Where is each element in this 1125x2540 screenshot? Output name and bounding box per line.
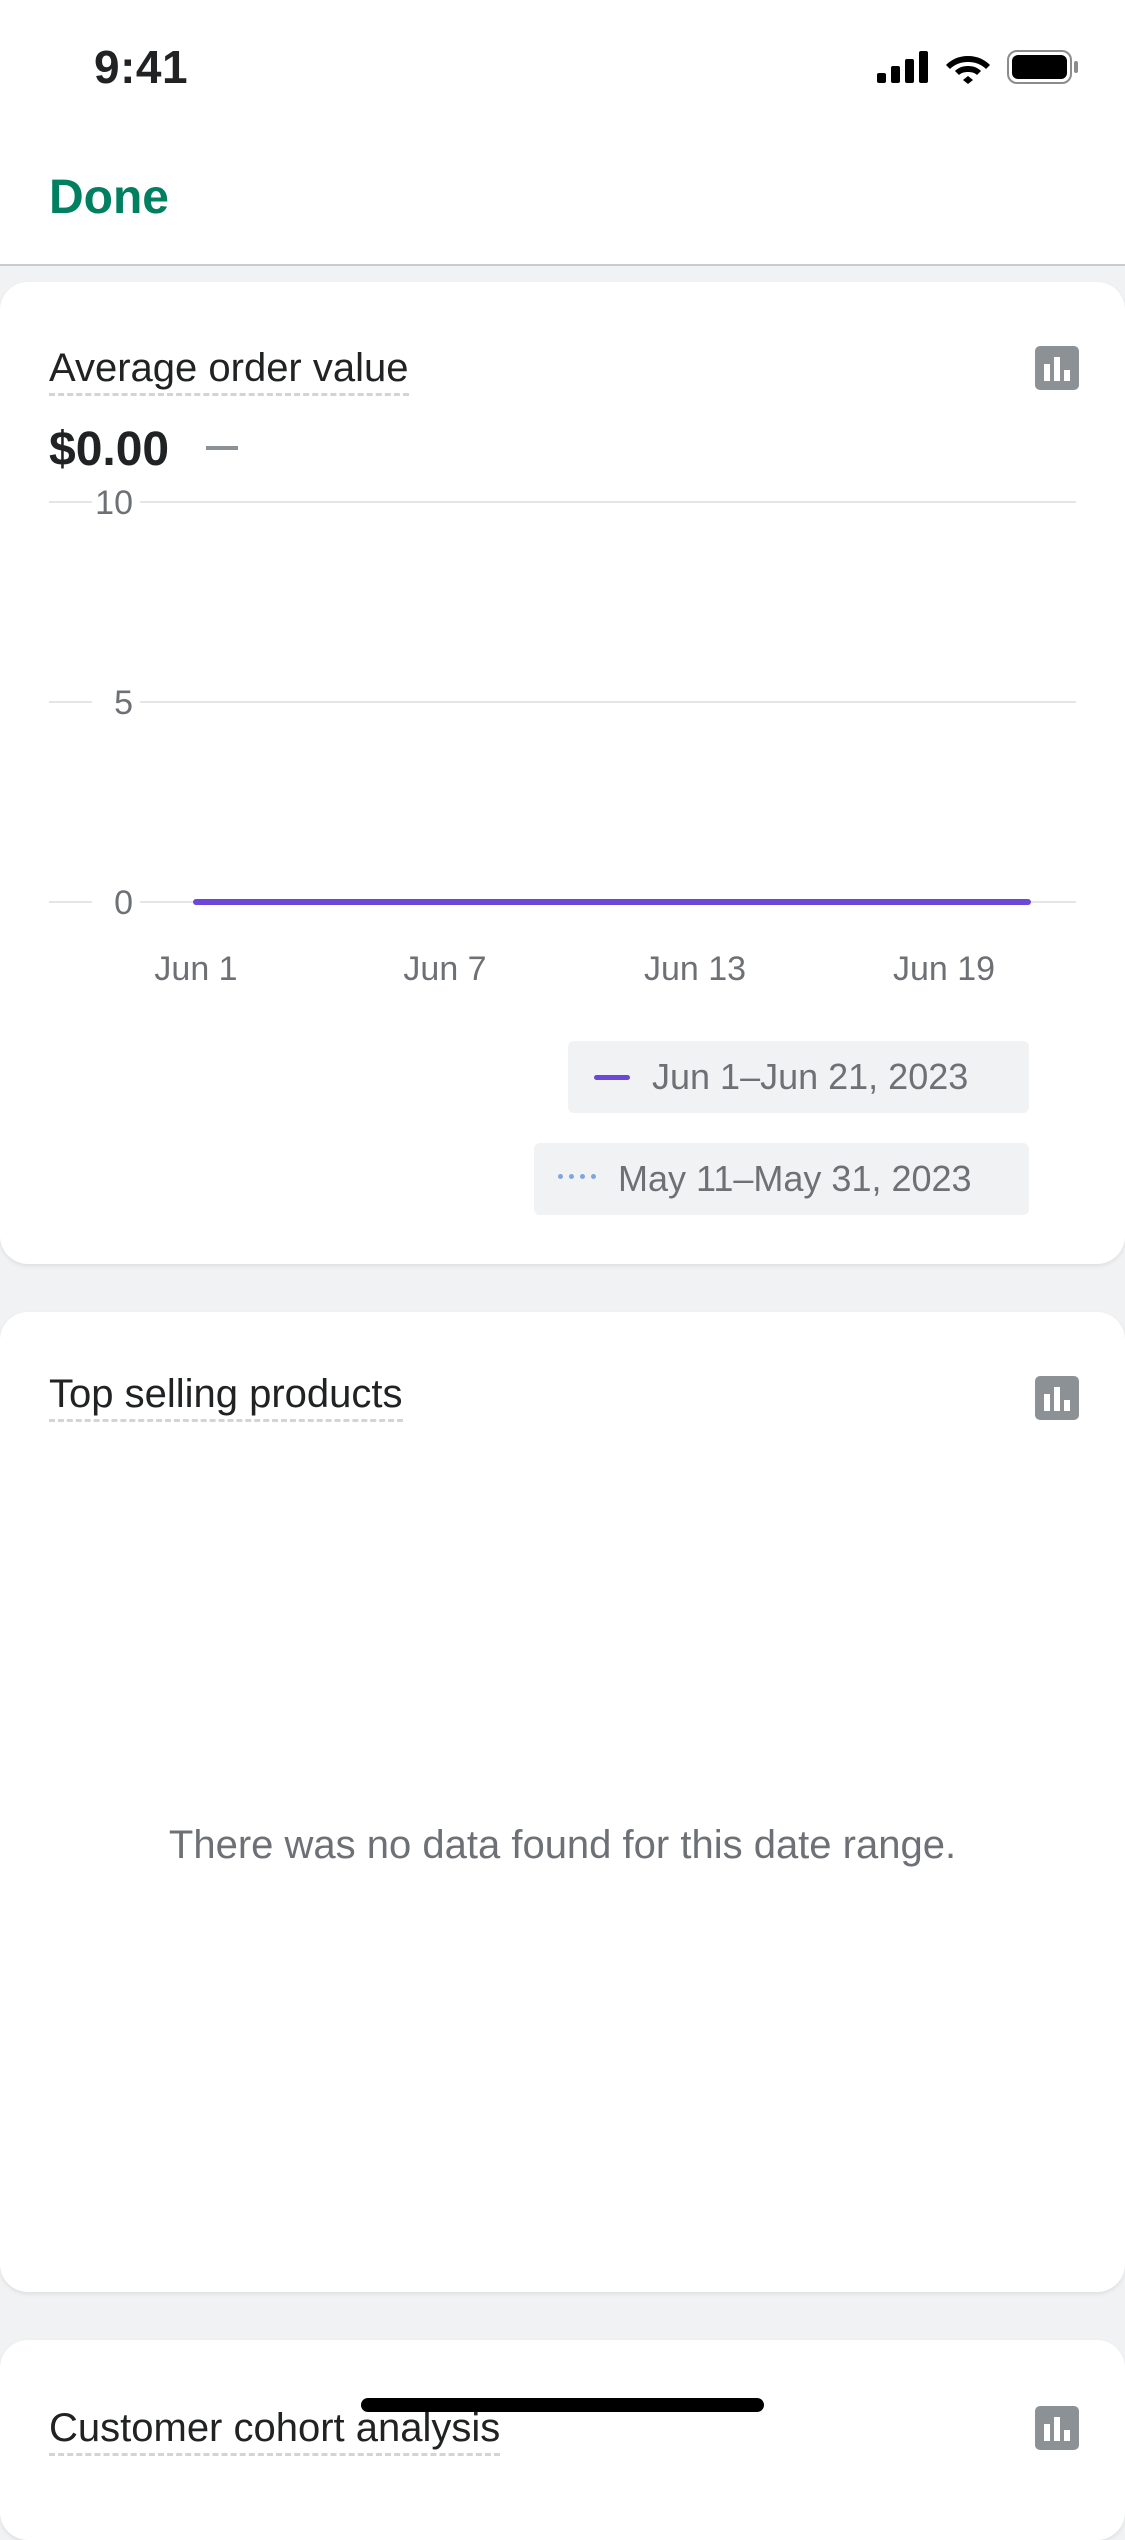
- bar-chart-icon[interactable]: [1035, 1376, 1079, 1420]
- cellular-signal-icon: [877, 51, 928, 83]
- y-tick-label: 5: [114, 684, 133, 722]
- empty-state-message: There was no data found for this date ra…: [168, 1823, 957, 1867]
- card-title[interactable]: Customer cohort analysis: [49, 2406, 501, 2456]
- card-title[interactable]: Top selling products: [49, 1372, 403, 1422]
- comparison-dash: [206, 446, 238, 450]
- x-tick-label: Jun 13: [644, 950, 746, 988]
- status-time: 9:41: [94, 41, 189, 93]
- legend-label: Jun 1–Jun 21, 2023: [652, 1056, 969, 1097]
- wifi-icon: [946, 56, 990, 84]
- legend-item-current[interactable]: Jun 1–Jun 21, 2023: [568, 1041, 1029, 1113]
- top-selling-products-card: Top selling products There was no data f…: [0, 1312, 1125, 2292]
- line-chart: 10 5 0 Jun 1 Jun 7 Jun 13 Jun 19: [49, 484, 1076, 988]
- x-tick-label: Jun 19: [893, 950, 995, 988]
- metric-value: $0.00: [49, 423, 170, 476]
- bar-chart-icon[interactable]: [1035, 346, 1079, 390]
- home-indicator[interactable]: [361, 2398, 764, 2412]
- done-button[interactable]: Done: [49, 170, 169, 225]
- average-order-value-card: Average order value $0.00 10 5 0 Jun 1 Jun 7…: [0, 282, 1125, 1264]
- legend-label: May 11–May 31, 2023: [618, 1158, 972, 1199]
- nav-bar: Done: [0, 132, 1125, 266]
- legend-dotted-swatch: [558, 1174, 596, 1184]
- status-bar: 9:41: [0, 0, 1125, 132]
- bar-chart-icon[interactable]: [1035, 2406, 1079, 2450]
- x-tick-label: Jun 7: [403, 950, 486, 988]
- x-tick-label: Jun 1: [154, 950, 237, 988]
- legend-solid-swatch: [594, 1074, 630, 1080]
- legend-item-previous[interactable]: May 11–May 31, 2023: [534, 1143, 1029, 1215]
- y-tick-label: 10: [95, 484, 133, 522]
- customer-cohort-analysis-card: Customer cohort analysis: [0, 2340, 1125, 2540]
- y-tick-label: 0: [114, 884, 133, 922]
- battery-icon: [1007, 50, 1078, 84]
- card-title[interactable]: Average order value: [49, 346, 409, 396]
- status-icons: [877, 50, 1079, 84]
